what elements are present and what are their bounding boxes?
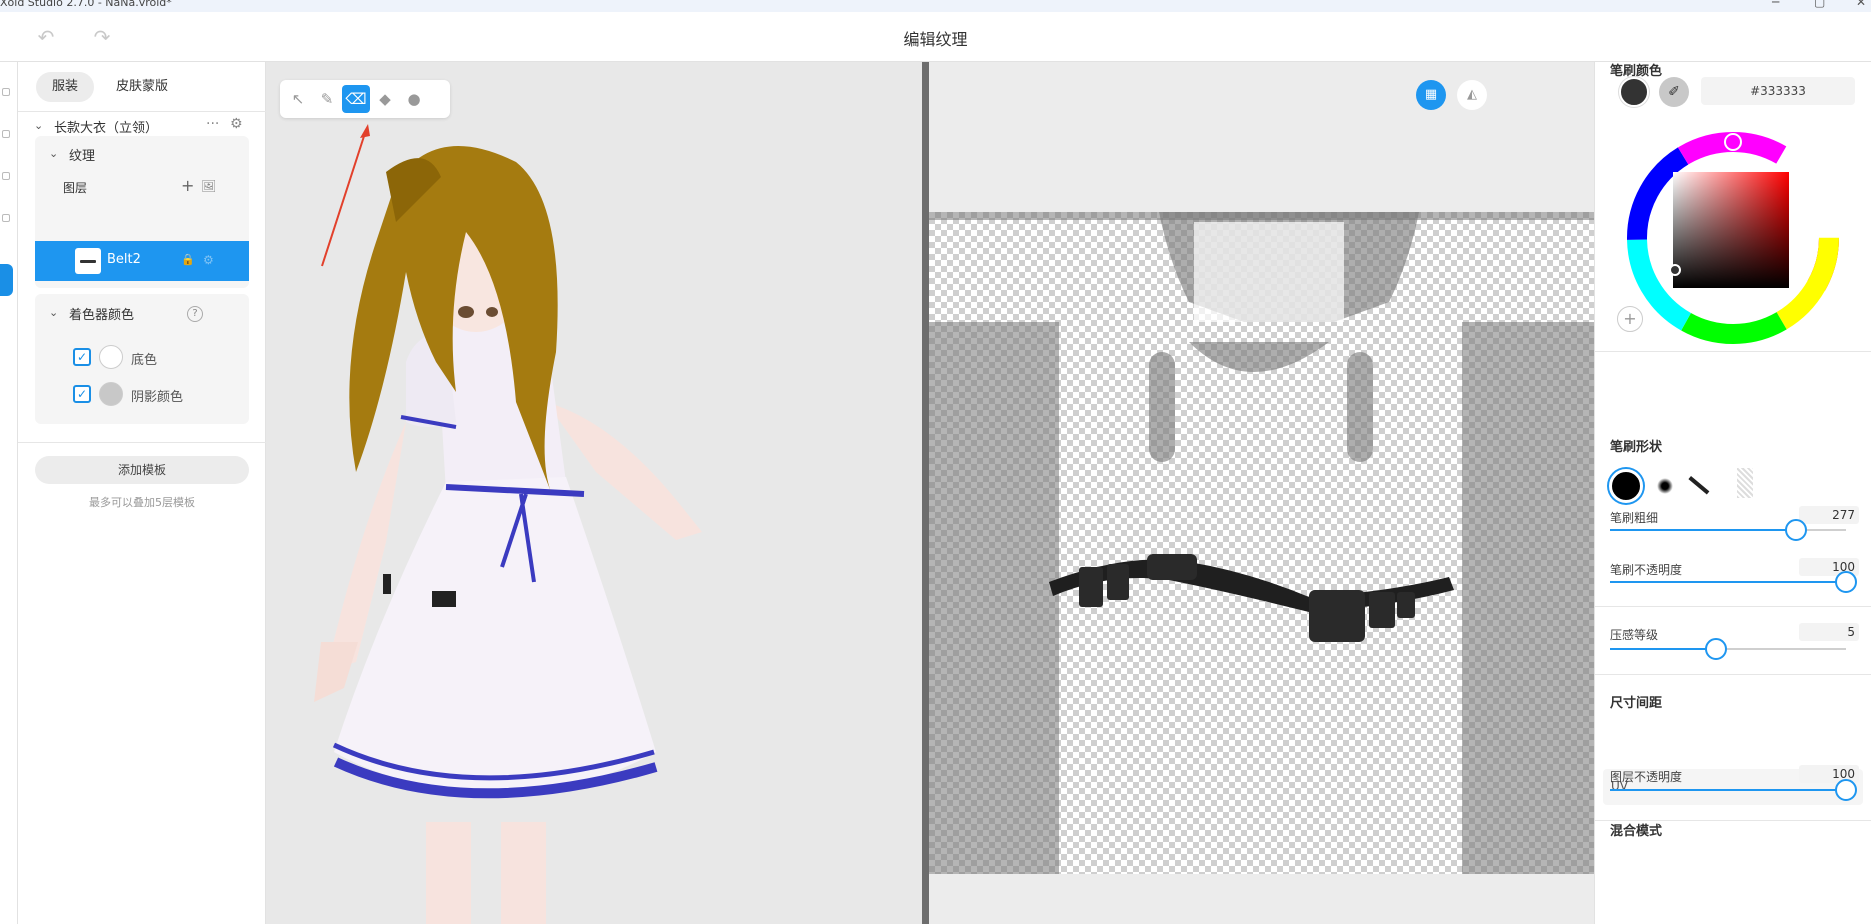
mirror-toggle-button[interactable]: ◭ [1457,80,1487,110]
layer-name: Belt2 [107,252,141,267]
garment-name: 长款大衣（立领） [54,121,159,136]
layer-row-belt2[interactable]: Belt2 🔒 ⚙ [35,241,249,281]
divider [1595,351,1871,352]
brush-shape-line[interactable] [1688,476,1710,495]
brush-opacity-label: 笔刷不透明度 [1610,563,1683,577]
sliders-icon[interactable]: ⚙ [230,116,243,132]
rail-item-texture-active[interactable] [0,264,13,296]
shadow-color-swatch[interactable] [99,382,123,406]
brush-size-slider[interactable] [1610,519,1846,541]
template-hint: 最多可以叠加5层模板 [89,496,195,509]
brush-size-value[interactable]: 277 [1799,506,1859,524]
shader-title: 着色器颜色 [69,308,135,323]
layer-thumbnail [75,248,101,274]
maximize-button[interactable]: ▢ [1814,0,1825,9]
divider [1595,606,1871,607]
help-icon[interactable]: ? [187,306,203,322]
chevron-down-icon[interactable]: ⌄ [34,120,44,131]
pressure-label: 压感等级 [1610,628,1659,642]
blend-mode-title: 混合模式 [1610,824,1663,839]
uv-viewport[interactable]: ▦ ◭ [929,62,1594,924]
window-title: Xoid Studio 2.7.0 - NaNa.vroid* [0,0,172,9]
3d-viewport[interactable]: ↖ ✎ ⌫ ◆ ● [266,62,922,924]
shadow-color-checkbox[interactable]: ✓ [73,385,91,403]
layer-settings-icon[interactable]: ⚙ [203,252,214,268]
texture-title: 纹理 [69,149,96,164]
brush-size-label: 笔刷粗细 [1610,511,1659,525]
window-titlebar: Xoid Studio 2.7.0 - NaNa.vroid* ─ ▢ ✕ [0,0,1871,12]
brush-shape-soft[interactable] [1657,478,1673,494]
viewport-splitter[interactable] [922,62,929,924]
brush-color-swatch[interactable] [1619,77,1649,107]
grid-toggle-button[interactable]: ▦ [1416,80,1446,110]
hex-color-input[interactable]: #333333 [1701,77,1855,105]
base-color-label: 底色 [131,353,158,368]
pressure-value[interactable]: 5 [1799,623,1859,641]
add-template-button[interactable]: 添加模板 [35,456,249,484]
divider [1595,674,1871,675]
tab-skin-mask[interactable]: 皮肤蒙版 [100,72,184,102]
layers-label: 图层 [63,181,88,195]
brush-shape-title: 笔刷形状 [1610,440,1663,455]
brush-shape-round[interactable] [1609,469,1643,503]
side-rail [0,62,18,924]
chevron-down-icon[interactable]: ⌄ [49,307,59,318]
annotation-arrow [321,124,370,267]
garment-header[interactable]: ⌄ 长款大衣（立领） ··· ⚙ [18,109,266,139]
rail-icon-2[interactable] [2,130,10,138]
add-image-icon[interactable]: 🖼 [201,178,216,194]
rail-icon-1[interactable] [2,88,10,96]
shadow-color-label: 阴影颜色 [131,390,184,405]
brush-opacity-slider[interactable] [1610,571,1857,593]
add-layer-icon[interactable]: + [181,178,194,194]
base-color-checkbox[interactable]: ✓ [73,348,91,366]
base-color-swatch[interactable] [99,345,123,369]
divider [18,442,266,443]
editor-header: ↶ ↷ 编辑纹理 [0,12,1871,62]
right-panel: 笔刷颜色 ✐ #333333 + 笔刷形状 笔刷粗细 277 笔刷不透明度 10… [1594,62,1871,924]
pressure-slider[interactable] [1610,638,1846,660]
size-spacing-title: 尺寸间距 [1610,696,1663,711]
uv-texture-overlay [929,212,1594,874]
page-title: 编辑纹理 [903,30,968,49]
tab-clothing[interactable]: 服装 [36,72,95,102]
uv-texture-canvas[interactable] [929,212,1594,874]
rail-icon-4[interactable] [2,214,10,222]
layer-opacity-slider[interactable] [1610,779,1857,801]
add-swatch-button[interactable]: + [1617,306,1643,332]
eyedropper-icon[interactable]: ✐ [1659,77,1689,107]
lock-icon[interactable]: 🔒 [181,252,195,268]
color-wheel[interactable] [1625,130,1841,346]
chevron-down-icon[interactable]: ⌄ [49,148,59,159]
more-icon[interactable]: ··· [206,116,219,132]
layer-opacity-label: 图层不透明度 [1610,770,1683,784]
rail-icon-3[interactable] [2,172,10,180]
close-button[interactable]: ✕ [1856,0,1866,9]
shader-card: ⌄ 着色器颜色 ? ✓ 底色 ✓ 阴影颜色 [35,294,249,424]
left-panel: 服装 皮肤蒙版 ⌄ 长款大衣（立领） ··· ⚙ ⌄ 纹理 图层 + 🖼 Bel… [18,62,266,924]
minimize-button[interactable]: ─ [1772,0,1779,9]
panel-tabs: 服装 皮肤蒙版 [36,72,184,102]
brush-shape-texture[interactable] [1737,468,1753,498]
